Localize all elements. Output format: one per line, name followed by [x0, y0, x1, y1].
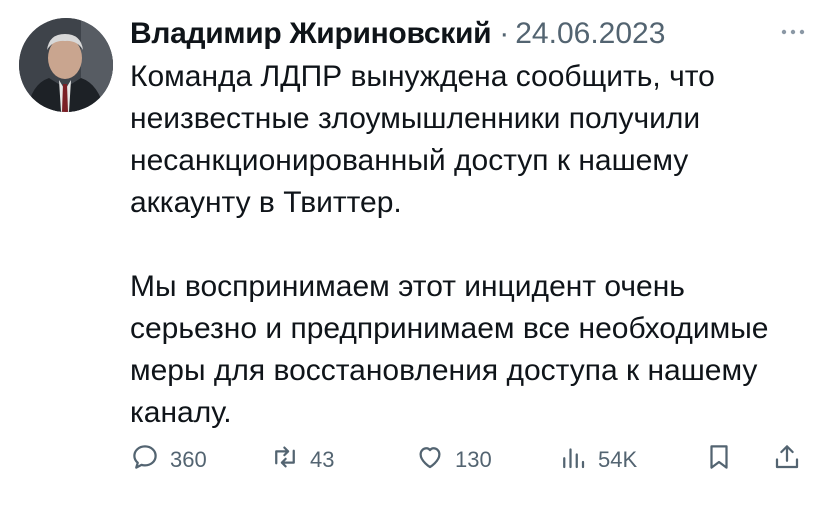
tweet-text: Команда ЛДПР вынуждена сообщить, что неи…: [130, 56, 810, 434]
more-icon[interactable]: [778, 22, 808, 42]
views-icon: [558, 442, 588, 478]
bookmark-button[interactable]: [704, 440, 734, 480]
retweet-count: 43: [310, 447, 335, 472]
author-name[interactable]: Владимир Жириновский: [130, 17, 492, 50]
retweet-icon: [270, 442, 300, 478]
reply-icon: [130, 442, 160, 478]
tweet-paragraph: Команда ЛДПР вынуждена сообщить, что неи…: [130, 60, 715, 219]
avatar[interactable]: [19, 18, 113, 112]
share-icon: [772, 442, 802, 478]
like-button[interactable]: 130: [415, 440, 492, 480]
share-button[interactable]: [772, 440, 802, 480]
tweet-header: Владимир Жириновский · 24.06.2023: [130, 14, 665, 54]
bookmark-icon: [704, 442, 734, 478]
reply-button[interactable]: 360: [130, 440, 207, 480]
like-count: 130: [455, 447, 492, 472]
tweet-paragraph: Мы воспринимаем этот инцидент очень серь…: [130, 270, 769, 429]
header-separator: ·: [499, 17, 510, 50]
reply-count: 360: [170, 447, 207, 472]
retweet-button[interactable]: 43: [270, 440, 334, 480]
views-button[interactable]: 54K: [558, 440, 637, 480]
action-bar: 360 43 130 54K: [130, 440, 810, 480]
heart-icon: [415, 442, 445, 478]
tweet-date[interactable]: 24.06.2023: [515, 17, 665, 50]
views-count: 54K: [598, 447, 638, 472]
